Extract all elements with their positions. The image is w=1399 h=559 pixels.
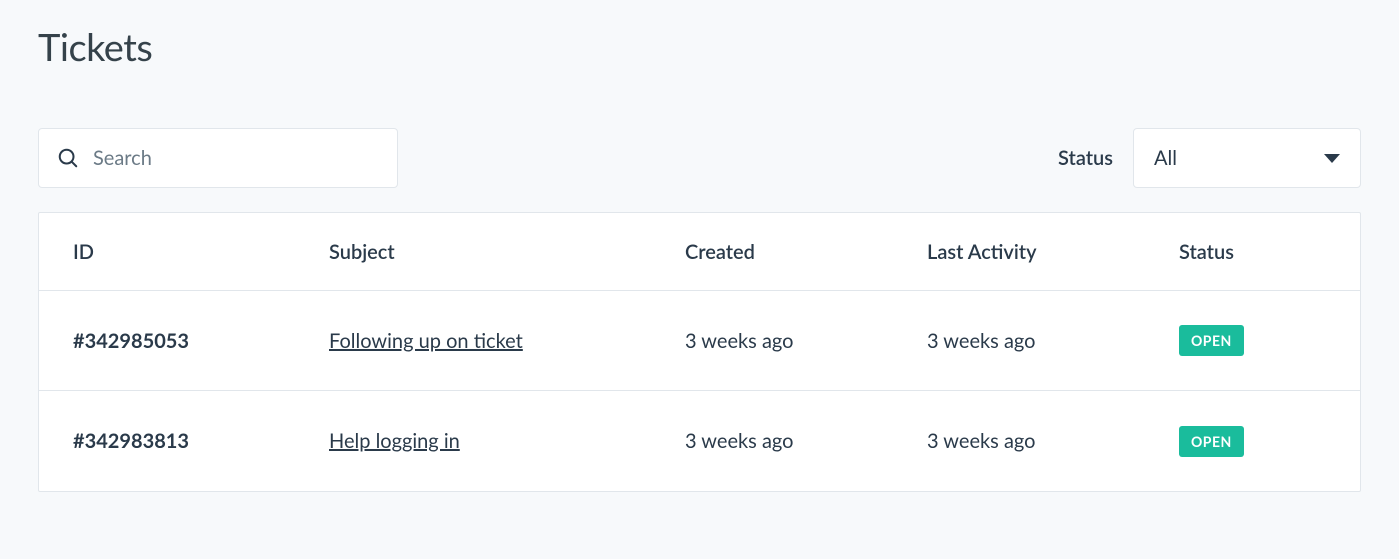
tickets-table-header: ID Subject Created Last Activity Status [39, 213, 1360, 291]
ticket-subject-link[interactable]: Following up on ticket [329, 329, 523, 353]
ticket-created: 3 weeks ago [685, 429, 927, 453]
controls-row: Status All [38, 128, 1361, 188]
chevron-down-icon [1324, 154, 1340, 163]
search-input[interactable] [93, 146, 379, 170]
status-filter-selected: All [1154, 146, 1177, 170]
header-created: Created [685, 240, 927, 264]
page-title: Tickets [38, 24, 1361, 70]
table-row: #342983813 Help logging in 3 weeks ago 3… [39, 391, 1360, 491]
status-filter-select[interactable]: All [1133, 128, 1361, 188]
ticket-activity: 3 weeks ago [927, 329, 1179, 353]
ticket-id: #342985053 [73, 329, 329, 353]
tickets-table: ID Subject Created Last Activity Status … [38, 212, 1361, 492]
status-badge: OPEN [1179, 426, 1244, 457]
search-container [38, 128, 398, 188]
ticket-subject-link[interactable]: Help logging in [329, 429, 460, 453]
ticket-created: 3 weeks ago [685, 329, 927, 353]
header-activity: Last Activity [927, 240, 1179, 264]
ticket-id: #342983813 [73, 429, 329, 453]
ticket-activity: 3 weeks ago [927, 429, 1179, 453]
status-filter-wrap: Status All [1058, 128, 1361, 188]
search-icon [57, 147, 79, 169]
header-subject: Subject [329, 240, 685, 264]
table-row: #342985053 Following up on ticket 3 week… [39, 291, 1360, 391]
header-status: Status [1179, 240, 1326, 264]
status-badge: OPEN [1179, 325, 1244, 356]
status-filter-label: Status [1058, 146, 1113, 170]
header-id: ID [73, 240, 329, 264]
